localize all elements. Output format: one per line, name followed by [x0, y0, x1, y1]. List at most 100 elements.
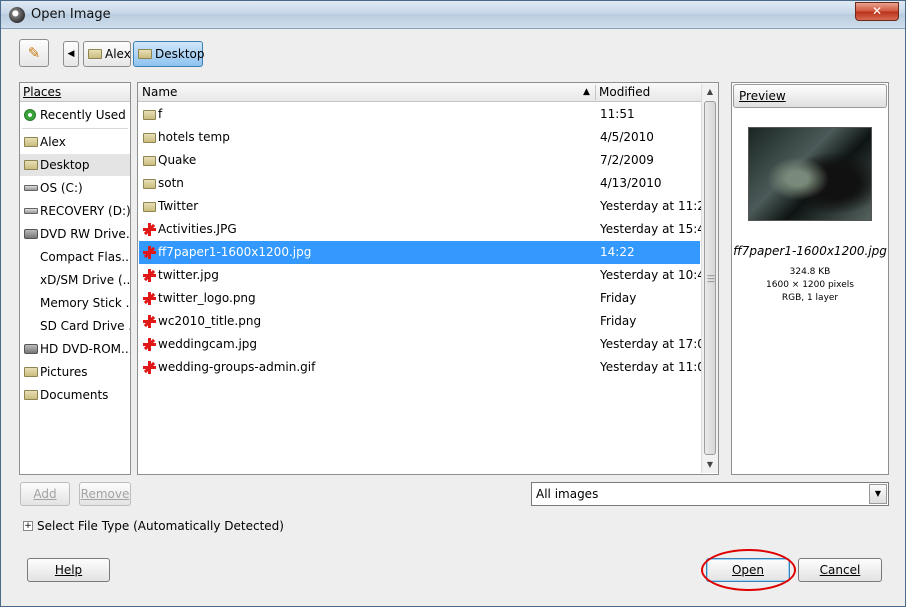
file-filter-dropdown[interactable]: All images ▼ [531, 482, 889, 506]
image-file-icon [143, 223, 156, 236]
grip-icon: — — — [707, 271, 715, 286]
sidebar-item-label: Pictures [40, 365, 88, 379]
chevron-down-icon[interactable]: ▼ [869, 484, 887, 504]
preview-dimensions: 1600 × 1200 pixels [766, 280, 854, 290]
image-file-icon [143, 292, 156, 305]
optical-drive-icon [24, 344, 38, 354]
preview-toggle-button[interactable]: Preview [733, 84, 887, 108]
preview-label: Preview [739, 89, 786, 103]
sidebar-item[interactable]: Alex [20, 131, 130, 153]
open-image-dialog: Open Image ✕ ✎ ◀ Alex Desktop Places Rec… [0, 0, 906, 607]
file-name: Activities.JPG [158, 222, 237, 236]
folder-icon [138, 49, 152, 59]
file-row[interactable]: Quake 7/2/2009 [139, 149, 700, 172]
file-name: ff7paper1-1600x1200.jpg [158, 245, 312, 259]
sidebar-item[interactable]: Pictures [20, 361, 130, 383]
column-header-modified[interactable]: Modified [599, 83, 650, 101]
file-list-scrollbar[interactable]: ▲ — — — ▼ [701, 84, 718, 473]
file-row[interactable]: Activities.JPG Yesterday at 15:45 [139, 218, 713, 241]
title-bar: Open Image ✕ [1, 1, 905, 29]
sidebar-item-label: HD DVD-ROM... [40, 342, 130, 356]
image-file-icon [143, 246, 156, 259]
breadcrumb-alex[interactable]: Alex [83, 41, 131, 67]
file-row[interactable]: wedding-groups-admin.gif Yesterday at 11:… [139, 356, 713, 379]
file-list-pane: Name ▲ Modified f 11:51 hotels temp 4/5/201… [137, 82, 719, 475]
file-filter-value: All images [536, 487, 599, 501]
file-row[interactable]: twitter.jpg Yesterday at 10:44 [139, 264, 713, 287]
sidebar-item[interactable]: OS (C:) [20, 177, 130, 199]
sidebar-item[interactable]: Desktop [20, 154, 130, 176]
sidebar-item[interactable]: SD Card Drive ... [20, 315, 130, 337]
column-header-name[interactable]: Name [142, 83, 177, 101]
preview-pane: Preview ff7paper1-1600x1200.jpg 324.8 KB… [731, 82, 889, 475]
file-row[interactable]: ff7paper1-1600x1200.jpg 14:22 [139, 241, 700, 264]
sidebar-item-label: OS (C:) [40, 181, 83, 195]
file-modified: Yesterday at 15:45 [600, 222, 713, 236]
expander-icon[interactable]: + [23, 521, 33, 531]
file-row[interactable]: wc2010_title.png Friday [139, 310, 700, 333]
file-row[interactable]: twitter_logo.png Friday [139, 287, 700, 310]
breadcrumb-label: Alex [105, 47, 131, 61]
sidebar-item[interactable]: RECOVERY (D:) [20, 200, 130, 222]
file-list-header: Name ▲ Modified [138, 83, 718, 102]
scroll-up-arrow-icon[interactable]: ▲ [702, 84, 718, 100]
drive-icon [24, 208, 38, 214]
scrollbar-thumb[interactable]: — — — [704, 101, 716, 455]
file-modified: 4/5/2010 [600, 130, 654, 144]
folder-icon [143, 179, 156, 189]
type-location-button[interactable]: ✎ [19, 39, 49, 67]
gimp-icon [9, 7, 25, 23]
close-button[interactable]: ✕ [855, 2, 899, 21]
folder-icon [143, 133, 156, 143]
highlight-circle [701, 549, 796, 591]
add-bookmark-button[interactable]: Add [20, 482, 70, 506]
drive-icon [24, 185, 38, 191]
optical-drive-icon [24, 229, 38, 239]
file-modified: Yesterday at 17:09 [600, 337, 713, 351]
file-row[interactable]: f 11:51 [139, 103, 700, 126]
sidebar-item[interactable]: DVD RW Drive... [20, 223, 130, 245]
recent-icon [24, 109, 36, 121]
select-file-type-expander[interactable]: Select File Type (Automatically Detected… [37, 519, 284, 533]
preview-file-size: 324.8 KB [789, 267, 831, 277]
folder-icon [24, 137, 38, 147]
sidebar-item[interactable]: Documents [20, 384, 130, 406]
sidebar-item-label: RECOVERY (D:) [40, 204, 130, 218]
sidebar-item-label: Documents [40, 388, 109, 402]
path-scroll-left-button[interactable]: ◀ [63, 41, 79, 67]
sidebar-item[interactable]: Memory Stick ... [20, 292, 130, 314]
sidebar-item-label: Compact Flas... [40, 250, 130, 264]
cancel-button[interactable]: Cancel [798, 558, 882, 582]
file-name: Quake [158, 153, 197, 167]
file-row[interactable]: sotn 4/13/2010 [139, 172, 700, 195]
remove-bookmark-button[interactable]: Remove [79, 482, 131, 506]
file-name: f [158, 107, 163, 121]
file-row[interactable]: hotels temp 4/5/2010 [139, 126, 700, 149]
image-file-icon [143, 315, 156, 328]
sidebar-item[interactable]: Compact Flas... [20, 246, 130, 268]
file-row[interactable]: Twitter Yesterday at 11:21 [139, 195, 713, 218]
sidebar-item[interactable]: HD DVD-ROM... [20, 338, 130, 360]
icon-stroke [143, 292, 156, 305]
folder-icon [24, 160, 38, 170]
help-button[interactable]: Help [27, 558, 110, 582]
sidebar-item-label: DVD RW Drive... [40, 227, 130, 241]
column-divider [595, 85, 596, 100]
file-name: wc2010_title.png [158, 314, 262, 328]
folder-icon [143, 202, 156, 212]
breadcrumb-desktop[interactable]: Desktop [133, 41, 205, 67]
places-header-label: Places [23, 85, 62, 99]
sidebar-item-label: SD Card Drive ... [40, 319, 130, 333]
file-row[interactable]: weddingcam.jpg Yesterday at 17:09 [139, 333, 713, 356]
places-header[interactable]: Places [20, 83, 130, 102]
sidebar-item[interactable]: Recently Used [20, 104, 130, 126]
file-modified: 4/13/2010 [600, 176, 662, 190]
icon-stroke [143, 246, 156, 259]
file-name: sotn [158, 176, 184, 190]
file-modified: Friday [600, 291, 637, 305]
sidebar-item-label: xD/SM Drive (... [40, 273, 130, 287]
image-file-icon [143, 338, 156, 351]
sidebar-item[interactable]: xD/SM Drive (... [20, 269, 130, 291]
folder-icon [143, 156, 156, 166]
scroll-down-arrow-icon[interactable]: ▼ [702, 457, 718, 473]
